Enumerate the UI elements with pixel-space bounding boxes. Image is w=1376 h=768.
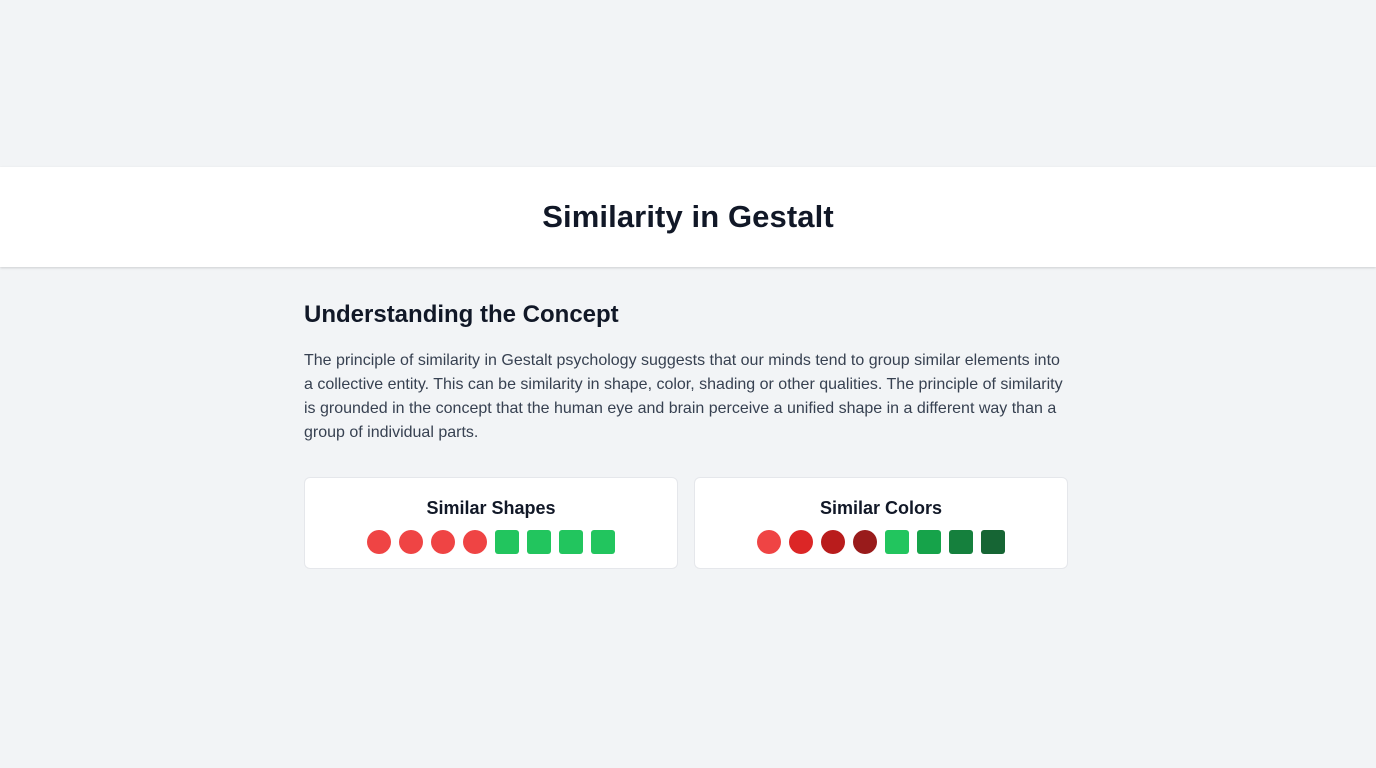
similar-shapes-card: Similar Shapes [304,477,678,569]
example-cards: Similar Shapes Similar Colors [304,477,1072,569]
circle-shape [821,530,845,554]
square-shape [527,530,551,554]
page-header: Similarity in Gestalt [0,167,1376,267]
concept-paragraph: The principle of similarity in Gestalt p… [304,352,1063,441]
circle-shape [399,530,423,554]
square-shape [591,530,615,554]
circle-shape [853,530,877,554]
circle-shape [367,530,391,554]
shape-row [757,530,1005,554]
main-content: Understanding the Concept The principle … [304,267,1072,569]
section-heading: Understanding the Concept [304,301,619,328]
shape-row [367,530,615,554]
similar-colors-card: Similar Colors [694,477,1068,569]
square-shape [949,530,973,554]
circle-shape [789,530,813,554]
card-title: Similar Shapes [426,498,556,518]
top-spacer [0,0,1376,167]
page-title: Similarity in Gestalt [542,199,834,234]
circle-shape [757,530,781,554]
circle-shape [463,530,487,554]
circle-shape [431,530,455,554]
square-shape [981,530,1005,554]
square-shape [917,530,941,554]
card-title: Similar Colors [819,498,943,518]
square-shape [559,530,583,554]
square-shape [885,530,909,554]
square-shape [495,530,519,554]
